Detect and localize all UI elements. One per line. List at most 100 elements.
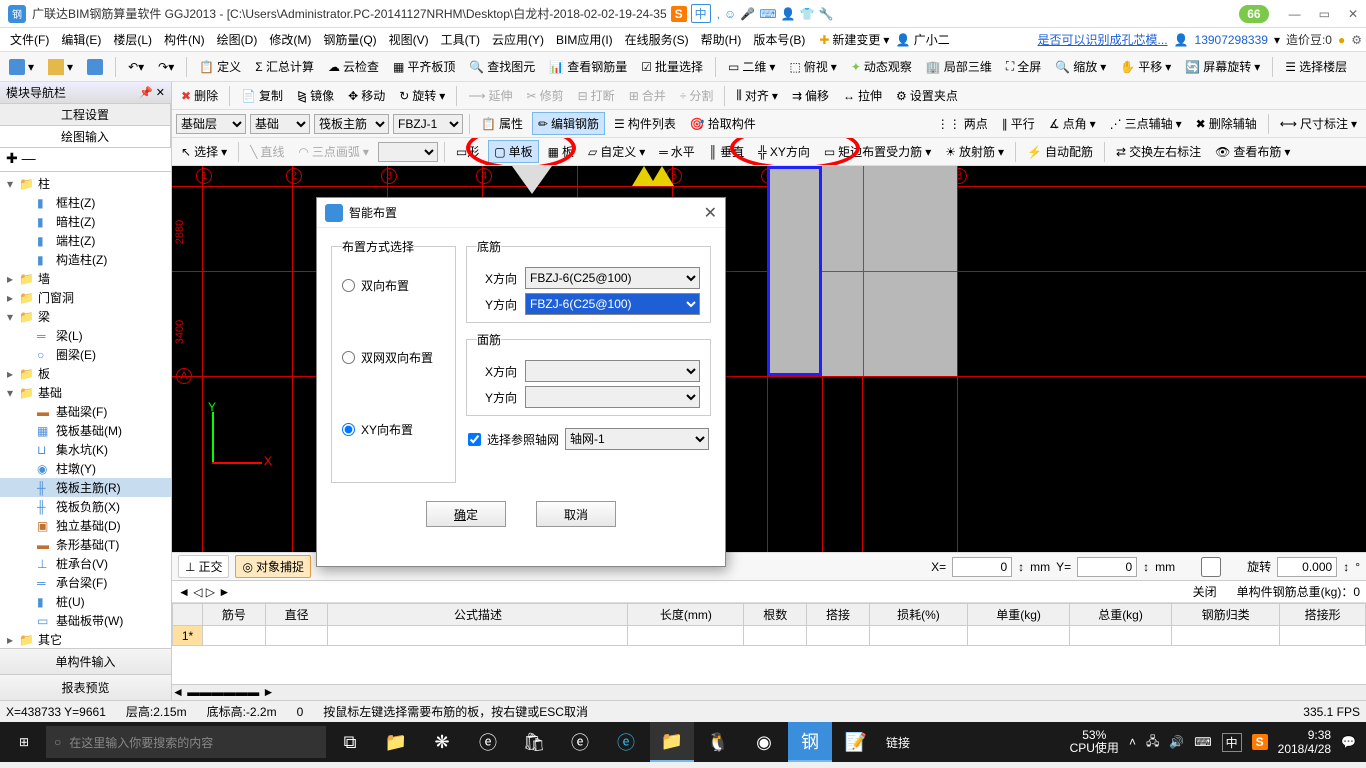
tree-item[interactable]: ▬基础梁(F) [0, 402, 171, 421]
top-x-select[interactable] [525, 360, 700, 382]
tree-node-foundation[interactable]: ▾📁基础 [0, 383, 171, 402]
select-floor-button[interactable]: ☰ 选择楼层 [1280, 56, 1352, 77]
y-input[interactable] [1077, 557, 1137, 577]
save-button[interactable] [82, 57, 108, 77]
merge-button[interactable]: ⊞合并 [624, 85, 671, 106]
del-aux-button[interactable]: ✖删除辅轴 [1191, 113, 1262, 134]
tree-item[interactable]: ▣独立基础(D) [0, 516, 171, 535]
three-aux-button[interactable]: ⋰三点辅轴▾ [1105, 113, 1187, 134]
undo-button[interactable]: ↶▾ [123, 58, 149, 76]
tree-item[interactable]: ▮框柱(Z) [0, 193, 171, 212]
menu-floor[interactable]: 楼层(L) [107, 29, 158, 50]
table-row[interactable]: 1* [173, 626, 1366, 646]
dialog-close-button[interactable]: ✕ [704, 203, 717, 223]
shape-button[interactable]: ▭形 [451, 141, 484, 162]
sogou-tray-icon[interactable]: S [1252, 734, 1268, 750]
menu-edit[interactable]: 编辑(E) [55, 29, 107, 50]
sum-button[interactable]: Σ 汇总计算 [250, 56, 319, 77]
ref-axis-checkbox[interactable] [468, 433, 481, 446]
copy-button[interactable]: 📄复制 [236, 85, 288, 106]
explorer-icon[interactable]: 📁 [374, 722, 418, 762]
tray-up-icon[interactable]: ˄ [1129, 735, 1136, 749]
close-button[interactable]: ✕ [1348, 7, 1358, 21]
menu-rebar[interactable]: 钢筋量(Q) [317, 29, 382, 50]
horizontal-scrollbar[interactable]: ◄ ▬▬▬▬▬▬ ► [172, 684, 1366, 700]
pan-button[interactable]: ✋ 平移▾ [1115, 56, 1176, 77]
rotate-button[interactable]: ↻旋转▾ [394, 85, 450, 106]
tree-item[interactable]: ▭基础板带(W) [0, 611, 171, 630]
member-list-button[interactable]: ☰构件列表 [609, 113, 681, 134]
ortho-button[interactable]: ⊥ 正交 [178, 555, 229, 578]
phone-number[interactable]: 13907298339 [1195, 33, 1268, 47]
menu-modify[interactable]: 修改(M) [263, 29, 317, 50]
tree-item[interactable]: ▮构造柱(Z) [0, 250, 171, 269]
single-slab-button[interactable]: ▢单板 [488, 140, 538, 163]
flat-button[interactable]: ▦ 平齐板顶 [388, 56, 460, 77]
top-y-select[interactable] [525, 386, 700, 408]
stretch-button[interactable]: ↔拉伸 [838, 85, 887, 106]
bottom-x-select[interactable]: FBZJ-6(C25@100) [525, 267, 700, 289]
top-view-button[interactable]: ⬚ 俯视▾ [784, 56, 841, 77]
split-button[interactable]: ÷分割 [675, 85, 719, 106]
property-button[interactable]: 📋属性 [476, 113, 528, 134]
select-button[interactable]: ↖选择▾ [176, 141, 232, 162]
floor-select[interactable]: 基础层 [176, 114, 246, 134]
menu-cloud[interactable]: 云应用(Y) [486, 29, 550, 50]
point-angle-button[interactable]: ∡点角▾ [1044, 113, 1101, 134]
tab-draw-input[interactable]: 绘图输入 [0, 126, 171, 147]
bottom-y-select[interactable]: FBZJ-6(C25@100) [525, 293, 700, 315]
tab-project-settings[interactable]: 工程设置 [0, 104, 171, 125]
two-point-button[interactable]: ⋮⋮两点 [932, 113, 993, 134]
redo-button[interactable]: ↷▾ [153, 58, 179, 76]
user-button[interactable]: 👤 广小二 [889, 29, 955, 50]
mirror-button[interactable]: ⧎镜像 [292, 85, 339, 106]
close-panel-button[interactable]: 关闭 [1193, 583, 1217, 600]
x-input[interactable] [952, 557, 1012, 577]
tree-item[interactable]: ═承台梁(F) [0, 573, 171, 592]
trim-button[interactable]: ✂修剪 [522, 85, 569, 106]
tree-item[interactable]: ▮端柱(Z) [0, 231, 171, 250]
menu-file[interactable]: 文件(F) [4, 29, 55, 50]
define-button[interactable]: 📋 定义 [194, 56, 246, 77]
menu-version[interactable]: 版本号(B) [747, 29, 811, 50]
find-button[interactable]: 🔍 查找图元 [464, 56, 540, 77]
category-select[interactable]: 基础 [250, 114, 310, 134]
open-button[interactable]: ▾ [43, 57, 78, 77]
delete-button[interactable]: ✖删除 [176, 85, 223, 106]
tree-item[interactable]: ⊥桩承台(V) [0, 554, 171, 573]
start-button[interactable]: ⊞ [4, 722, 44, 762]
member-select[interactable]: FBZJ-1 [393, 114, 463, 134]
qq-icon[interactable]: 🐧 [696, 722, 740, 762]
view-layout-button[interactable]: 👁查看布筋▾ [1210, 141, 1295, 162]
cloud-check-button[interactable]: ☁ 云检查 [323, 56, 384, 77]
note-icon[interactable]: 📝 [834, 722, 878, 762]
tree-node-wall[interactable]: ▸📁墙 [0, 269, 171, 288]
clamp-button[interactable]: ⚙设置夹点 [891, 85, 963, 106]
menu-help[interactable]: 帮助(H) [695, 29, 748, 50]
local3d-button[interactable]: 🏢 局部三维 [921, 56, 997, 77]
tree-item[interactable]: ╫筏板负筋(X) [0, 497, 171, 516]
batch-select-button[interactable]: ☑ 批量选择 [636, 56, 708, 77]
tree-node-slab[interactable]: ▸📁板 [0, 364, 171, 383]
tree-item[interactable]: ◉柱墩(Y) [0, 459, 171, 478]
edge-icon[interactable]: ⓔ [466, 722, 510, 762]
settings-icon[interactable]: ⚙ [1351, 33, 1362, 47]
menu-online[interactable]: 在线服务(S) [619, 29, 695, 50]
minimize-button[interactable]: — [1289, 7, 1301, 21]
radio-bidirectional[interactable]: 双向布置 [342, 277, 445, 294]
edge-button[interactable]: ▭矩边布置受力筋▾ [819, 141, 936, 162]
radio-doublenet[interactable]: 双网双向布置 [342, 349, 445, 366]
tree-item[interactable]: ▦筏板基础(M) [0, 421, 171, 440]
clock[interactable]: 9:382018/4/28 [1278, 728, 1331, 757]
new-button[interactable]: ▾ [4, 57, 39, 77]
volume-icon[interactable]: 🔊 [1169, 735, 1184, 749]
osnap-button[interactable]: ◎ 对象捕捉 [235, 555, 311, 578]
explorer2-icon[interactable]: 📁 [650, 722, 694, 762]
offset-button[interactable]: ⇉偏移 [787, 85, 834, 106]
screen-rotate-button[interactable]: 🔄 屏幕旋转▾ [1180, 56, 1265, 77]
tree-node-beam[interactable]: ▾📁梁 [0, 307, 171, 326]
radio-xy[interactable]: XY向布置 [342, 421, 445, 438]
rotate-input[interactable] [1277, 557, 1337, 577]
app-icon-1[interactable]: ❋ [420, 722, 464, 762]
subcategory-select[interactable]: 筏板主筋 [314, 114, 389, 134]
